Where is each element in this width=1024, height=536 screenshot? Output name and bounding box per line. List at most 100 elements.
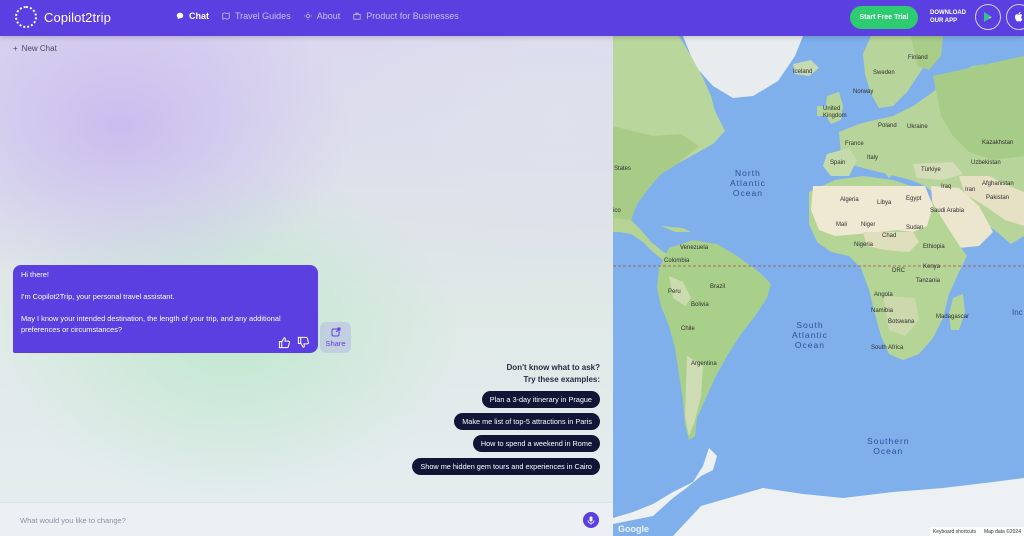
nav-chat[interactable]: Chat (176, 11, 209, 21)
map-label: Kazakhstan (982, 140, 1014, 146)
apple-icon (1015, 11, 1023, 22)
map-label: Brazil (710, 284, 726, 290)
map-label: Peru (668, 289, 681, 295)
map-label: Afghanistan (982, 181, 1014, 187)
map-label: Angola (874, 292, 893, 298)
example-prompt-chip[interactable]: Show me hidden gem tours and experiences… (412, 458, 600, 475)
nav-label: Travel Guides (235, 11, 291, 21)
app-store-button[interactable] (1006, 4, 1024, 30)
start-free-trial-button[interactable]: Start Free Trial (850, 6, 918, 29)
map-data-credit: Map data ©2024 (983, 529, 1021, 535)
message-question: May I know your intended destination, th… (21, 314, 281, 334)
ocean-label-line: North (735, 168, 761, 178)
nav-about[interactable]: About (303, 11, 341, 21)
ocean-label-line: Ocean (794, 340, 825, 350)
map-label: South Africa (871, 345, 904, 351)
map-label: Iran (965, 187, 976, 193)
map-label: Bolivia (691, 302, 709, 308)
ocean-label-line: Atlantic (730, 178, 766, 188)
map-label: Niger (861, 222, 876, 228)
ocean-label-line: Southern (867, 436, 910, 446)
map-label: Saudi Arabia (930, 208, 965, 214)
download-line2: OUR APP (930, 18, 958, 24)
top-header: Copilot2trip Chat Travel Guides About Pr… (0, 0, 1024, 36)
world-map[interactable]: Finland Iceland Sweden Norway United Kin… (613, 36, 1024, 536)
share-button[interactable]: Share (320, 322, 351, 353)
map-label: Inc (1012, 308, 1023, 317)
example-prompt-chip[interactable]: Plan a 3-day itinerary in Prague (481, 391, 600, 408)
map-label: Libya (877, 200, 892, 206)
ocean-label-line: Atlantic (792, 330, 828, 340)
map-label: Chad (882, 233, 897, 239)
message-intro: I'm Copilot2Trip, your personal travel a… (21, 292, 175, 301)
map-label: Spain (830, 160, 846, 166)
map-label: Sudan (906, 225, 924, 231)
map-label: Iraq (941, 184, 952, 190)
nav-label: Product for Businesses (366, 11, 459, 21)
map-label: Botswana (888, 319, 915, 325)
thumbs-up-icon[interactable] (278, 336, 291, 349)
ocean-label-south-atlantic: South Atlantic Ocean (792, 320, 828, 350)
share-label: Share (325, 339, 346, 348)
map-label: Namibia (871, 308, 894, 314)
map-label: France (845, 141, 864, 147)
voice-input-button[interactable] (583, 512, 599, 528)
map-label: Ukraine (907, 124, 928, 130)
map-label: Poland (878, 123, 897, 129)
share-icon (331, 327, 340, 337)
map-label: DRC (892, 268, 905, 274)
new-chat-button[interactable]: + New Chat (13, 44, 57, 53)
download-app-label: DOWNLOAD OUR APP (930, 9, 970, 25)
map-label: United Kingdom (823, 106, 847, 119)
map-label: Norway (853, 89, 874, 95)
sun-icon (303, 12, 312, 20)
nav-travel-guides[interactable]: Travel Guides (222, 11, 291, 21)
plus-icon: + (13, 44, 18, 53)
assistant-message: Hi there! I'm Copilot2Trip, your persona… (13, 265, 318, 353)
map-label: Sweden (873, 70, 895, 76)
map-label: Algeria (840, 197, 859, 203)
keyboard-shortcuts-link[interactable]: Keyboard shortcuts (933, 529, 976, 536)
download-line1: DOWNLOAD (930, 10, 966, 16)
new-chat-label: New Chat (21, 44, 57, 53)
ocean-label-north-atlantic: North Atlantic Ocean (730, 168, 766, 198)
map-label: Argentina (691, 361, 717, 367)
ocean-label-line: Ocean (873, 446, 904, 456)
message-input[interactable] (20, 513, 560, 527)
map-label: Venezuela (680, 245, 709, 251)
map-label: Madagascar (936, 314, 970, 320)
brand-name: Copilot2trip (44, 9, 111, 25)
ocean-label-line: South (796, 320, 824, 330)
google-play-button[interactable] (975, 4, 1001, 30)
briefcase-icon (353, 12, 361, 20)
brand-logo[interactable]: Copilot2trip (15, 6, 111, 28)
map-label: Egypt (906, 196, 922, 202)
map-label: Türkiye (921, 167, 941, 173)
examples-title-line1: Don't know what to ask? (506, 363, 600, 372)
ocean-label-southern: Southern Ocean (867, 436, 910, 456)
examples-title: Don't know what to ask? Try these exampl… (507, 362, 600, 386)
nav-label: Chat (189, 11, 209, 21)
chat-bubble-icon (176, 12, 184, 20)
example-prompt-chip[interactable]: Make me list of top-5 attractions in Par… (454, 413, 600, 430)
map-label: ico (613, 208, 621, 214)
logo-ring-icon (15, 6, 37, 28)
map-label: Uzbekistan (971, 160, 1001, 166)
map-label: Finland (908, 55, 928, 61)
examples-title-line2: Try these examples: (523, 375, 600, 384)
map-label: Nigeria (854, 242, 874, 248)
map-label: Tanzania (916, 278, 941, 284)
main-nav: Chat Travel Guides About Product for Bus… (176, 11, 459, 21)
nav-product-for-businesses[interactable]: Product for Businesses (353, 11, 459, 21)
chat-panel: + New Chat Hi there! I'm Copilot2Trip, y… (0, 36, 613, 536)
map-label: States (614, 166, 632, 172)
google-logo: Google (618, 524, 649, 534)
nav-label: About (316, 11, 341, 21)
message-greeting: Hi there! (21, 270, 49, 279)
map-label: Chile (681, 326, 695, 332)
map-label: Kenya (923, 264, 941, 270)
example-prompt-chip[interactable]: How to spend a weekend in Rome (472, 435, 600, 452)
map-icon (222, 12, 230, 20)
ocean-label-line: Ocean (732, 188, 763, 198)
thumbs-down-icon[interactable] (297, 336, 310, 349)
